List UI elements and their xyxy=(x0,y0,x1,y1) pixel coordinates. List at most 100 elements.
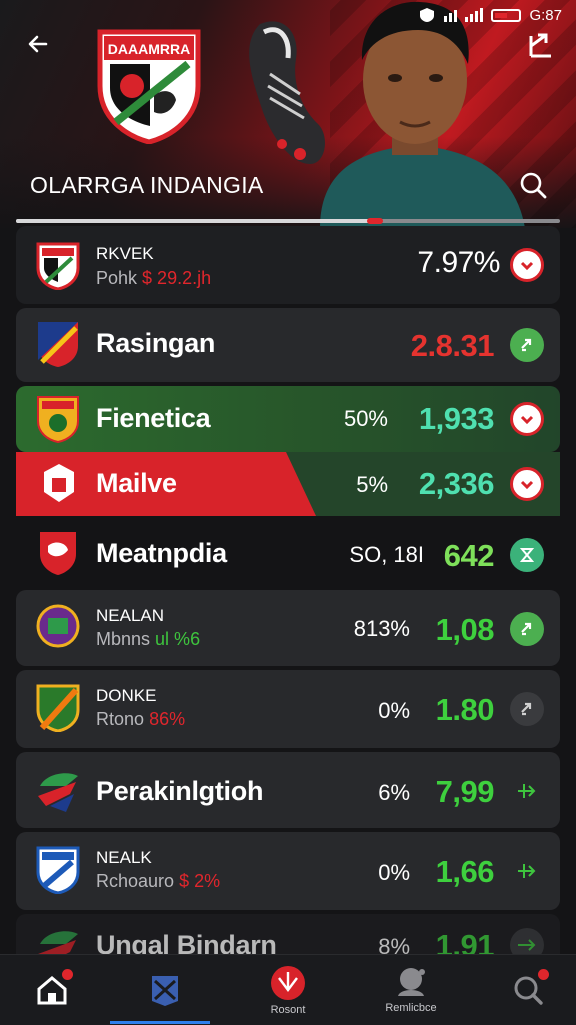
profile-icon xyxy=(398,968,425,996)
progress-thumb[interactable] xyxy=(367,218,384,224)
battery-icon xyxy=(491,8,522,22)
progress-bar[interactable] xyxy=(16,218,560,224)
row-swap-button[interactable] xyxy=(510,692,544,726)
row-arrows-button[interactable] xyxy=(510,774,544,808)
notification-dot xyxy=(538,969,549,980)
swap-icon xyxy=(521,702,532,716)
team-sub-label: Rtono xyxy=(96,709,145,729)
percent-value: SO, 18I xyxy=(349,542,424,567)
team-name: Meatnpdia xyxy=(96,538,227,568)
list-item[interactable]: Rasingan 2.8.31 xyxy=(16,308,560,382)
team-crest-icon xyxy=(36,846,80,894)
team-crest-icon xyxy=(38,773,78,812)
row-expand-button[interactable] xyxy=(510,248,544,282)
header-search-button[interactable] xyxy=(518,170,548,200)
odds-value: 1,933 xyxy=(418,401,495,436)
team-title: OLARRGA INDANGIA xyxy=(30,172,264,198)
list-item[interactable]: RKVEK Pohk $ 29.2.jh 7.97% xyxy=(16,226,560,304)
team-sub-value: 86% xyxy=(149,709,186,729)
team-crest-icon xyxy=(36,684,80,732)
nav-ball-label: Rosont xyxy=(270,1004,306,1016)
odds-value: 1,66 xyxy=(435,854,495,889)
nav-profile-label: Remlicbce xyxy=(385,1002,437,1014)
list-item[interactable]: NEALAN Mbnns ul %6 813% 1,08 xyxy=(16,590,560,666)
shield-status-icon xyxy=(420,8,435,22)
team-name: Mailve xyxy=(96,468,177,498)
matches-icon xyxy=(152,976,178,1006)
percent-value: 0% xyxy=(378,860,410,885)
team-sub-label: Pohk xyxy=(96,268,138,288)
team-sub-label: Mbnns xyxy=(96,629,151,649)
status-bar: G:87 xyxy=(418,4,562,26)
bottom-navigation: Rosont Remlicbce xyxy=(0,954,576,1025)
team-crest-icon xyxy=(36,242,80,290)
signal-icon xyxy=(444,8,458,22)
back-button[interactable] xyxy=(22,28,54,60)
list-item[interactable]: Perakinlgtioh 6% 7,99 xyxy=(16,752,560,828)
notification-dot xyxy=(62,969,73,980)
odds-value: 2.8.31 xyxy=(410,328,495,363)
back-arrow-icon xyxy=(28,35,48,53)
list-item[interactable]: Meatnpdia SO, 18I 642 xyxy=(16,518,560,588)
club-crest-logo: DAAAMRRA xyxy=(97,29,201,144)
team-sub-value: $ 2% xyxy=(179,871,221,891)
crest-text: DAAAMRRA xyxy=(108,41,190,57)
hourglass-icon xyxy=(519,548,535,562)
percent-value: 50% xyxy=(343,406,388,431)
team-crest-icon xyxy=(37,396,79,443)
search-icon xyxy=(520,172,547,199)
percent-value: 0% xyxy=(378,698,410,723)
team-sub-value: $ 29.2.jh xyxy=(142,268,212,288)
row-swap-button[interactable] xyxy=(510,328,544,362)
arrows-icon xyxy=(518,784,536,798)
ball-icon xyxy=(271,966,305,1000)
team-name: NEALAN xyxy=(96,606,165,625)
team-name: Fienetica xyxy=(96,403,211,433)
team-name: NEALK xyxy=(96,848,152,867)
team-crest-icon xyxy=(38,322,78,367)
odds-value: 2,336 xyxy=(418,466,495,501)
odds-value: 7.97% xyxy=(417,246,500,279)
team-crest-icon xyxy=(40,532,76,575)
team-name: Perakinlgtioh xyxy=(96,776,264,806)
odds-value: 642 xyxy=(443,538,495,573)
team-sub-value: ul %6 xyxy=(155,629,201,649)
odds-value: 1,08 xyxy=(435,612,495,647)
list-item[interactable]: Mailve 5% 2,336 xyxy=(16,452,560,516)
list-item[interactable]: NEALK Rchoauro $ 2% 0% 1,66 xyxy=(16,832,560,910)
list-item[interactable]: DONKE Rtono 86% 0% 1.80 xyxy=(16,670,560,748)
team-crest-icon xyxy=(44,464,74,502)
nav-matches[interactable] xyxy=(130,955,200,1025)
share-icon xyxy=(529,33,551,58)
team-name: RKVEK xyxy=(96,244,154,263)
arrows-icon xyxy=(518,864,536,878)
odds-value: 7,99 xyxy=(435,774,495,809)
nav-profile[interactable]: Remlicbce xyxy=(378,955,444,1025)
percent-value: 5% xyxy=(356,472,388,497)
odds-value: 1.80 xyxy=(435,692,495,727)
player-photo xyxy=(320,1,525,228)
progress-fill xyxy=(16,219,376,223)
row-swap-button[interactable] xyxy=(510,612,544,646)
list-item[interactable]: Fienetica 50% 1,933 xyxy=(16,386,560,452)
wifi-bars-icon xyxy=(465,8,484,22)
nav-home[interactable] xyxy=(20,955,84,1025)
share-button[interactable] xyxy=(526,30,556,60)
nav-ball[interactable]: Rosont xyxy=(256,955,320,1025)
percent-value: 6% xyxy=(378,780,410,805)
chevron-down-icon xyxy=(520,415,534,425)
row-expand-button[interactable] xyxy=(510,467,544,501)
nav-search[interactable] xyxy=(496,955,560,1025)
header: G:87 DAAAMRRA OLARRGA INDANGIA xyxy=(0,0,576,228)
team-name: DONKE xyxy=(96,686,157,705)
row-arrows-button[interactable] xyxy=(510,854,544,888)
chevron-down-icon xyxy=(520,261,534,271)
row-timer-button[interactable] xyxy=(510,538,544,572)
arrows-icon xyxy=(518,939,536,951)
team-name: Rasingan xyxy=(96,328,216,358)
chevron-down-icon xyxy=(520,480,534,490)
row-expand-button[interactable] xyxy=(510,402,544,436)
team-crest-icon xyxy=(36,604,80,648)
status-time: G:87 xyxy=(529,6,562,24)
swap-icon xyxy=(521,338,532,352)
